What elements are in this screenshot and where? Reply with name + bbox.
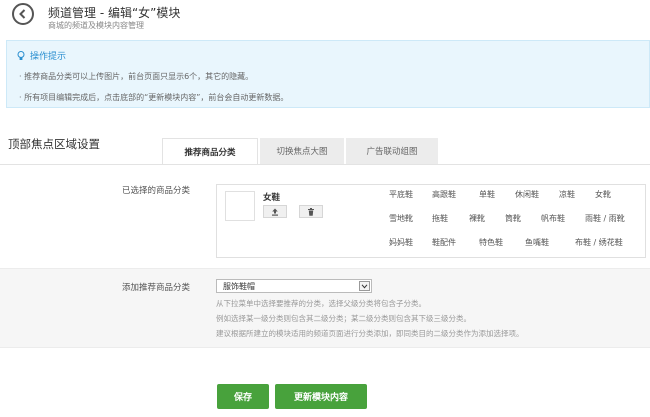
page-header: 频道管理 - 编辑“女”模块 商城的频道及模块内容管理 (0, 0, 650, 38)
subcategory-item[interactable]: 单鞋 (479, 189, 495, 200)
update-module-button[interactable]: 更新模块内容 (275, 384, 367, 409)
subcategory-item[interactable]: 女靴 (595, 189, 611, 200)
selected-categories-label: 已选择的商品分类 (121, 186, 190, 196)
tips-panel: 操作提示 · 推荐商品分类可以上传图片，前台页面只显示6个，其它的隐藏。 · 所… (6, 40, 650, 108)
tab-focus-images[interactable]: 切换焦点大图 (260, 138, 344, 164)
page-subtitle: 商城的频道及模块内容管理 (48, 21, 144, 30)
help-text: 例如选择某一级分类则包含其二级分类；某二级分类则包含其下级三级分类。 (216, 314, 471, 323)
selected-category-card: 女鞋 平底鞋 高跟鞋 单鞋 休闲鞋 凉鞋 女靴 雪地靴 拖鞋 裸靴 筒靴 帆布鞋… (216, 184, 646, 258)
page-title: 频道管理 - 编辑“女”模块 (48, 6, 181, 20)
subcategory-item[interactable]: 鱼嘴鞋 (525, 237, 549, 248)
subcategory-item[interactable]: 凉鞋 (559, 189, 575, 200)
back-arrow-icon[interactable] (12, 3, 34, 25)
category-name: 女鞋 (263, 193, 281, 203)
subcategory-item[interactable]: 休闲鞋 (515, 189, 539, 200)
section-title: 顶部焦点区域设置 (8, 137, 100, 151)
subcategory-item[interactable]: 高跟鞋 (432, 189, 456, 200)
tab-ad-gallery[interactable]: 广告联动组图 (346, 138, 438, 164)
tip-line: · 推荐商品分类可以上传图片，前台页面只显示6个，其它的隐藏。 (19, 72, 254, 81)
subcategory-item[interactable]: 平底鞋 (389, 189, 413, 200)
help-text: 从下拉菜单中选择要推荐的分类，选择父级分类将包含子分类。 (216, 299, 426, 308)
subcategory-item[interactable]: 妈妈鞋 (389, 237, 413, 248)
add-category-label: 添加推荐商品分类 (121, 283, 190, 293)
upload-icon (272, 208, 278, 216)
tips-title-text: 操作提示 (30, 52, 67, 62)
chevron-down-icon[interactable] (359, 281, 370, 291)
tips-title: 操作提示 (17, 49, 66, 62)
category-thumbnail[interactable] (225, 191, 255, 221)
subcategory-item[interactable]: 裸靴 (469, 213, 485, 224)
tip-line: · 所有项目编辑完成后，点击底部的“更新模块内容”，前台会自动更新数据。 (19, 93, 289, 102)
lightbulb-icon (17, 50, 25, 61)
subcategory-item[interactable]: 布鞋 / 绣花鞋 (575, 237, 623, 248)
category-select-value: 服饰鞋帽 (223, 281, 255, 291)
category-select[interactable]: 服饰鞋帽 (216, 279, 372, 293)
tab-recommended-categories[interactable]: 推荐商品分类 (162, 138, 258, 164)
subcategory-item[interactable]: 雨鞋 / 雨靴 (585, 213, 625, 224)
save-button[interactable]: 保存 (217, 384, 269, 409)
delete-button[interactable] (299, 205, 323, 218)
subcategory-item[interactable]: 特色鞋 (479, 237, 503, 248)
subcategory-item[interactable]: 拖鞋 (432, 213, 448, 224)
upload-button[interactable] (263, 205, 287, 218)
subcategory-item[interactable]: 鞋配件 (432, 237, 456, 248)
subcategory-item[interactable]: 雪地靴 (389, 213, 413, 224)
trash-icon (308, 207, 314, 216)
help-text: 建议根据所建立的模块适用的频道页面进行分类添加，即同类目的二级分类作为添加选择项… (216, 329, 524, 338)
subcategory-item[interactable]: 帆布鞋 (541, 213, 565, 224)
subcategory-item[interactable]: 筒靴 (505, 213, 521, 224)
